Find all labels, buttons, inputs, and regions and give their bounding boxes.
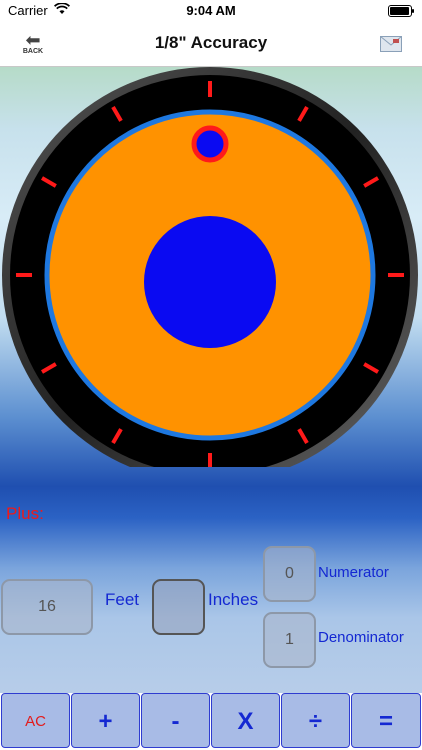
equals-button[interactable]: = bbox=[351, 693, 421, 748]
measurement-dial[interactable] bbox=[0, 67, 422, 467]
dial-indicator-dot[interactable] bbox=[191, 125, 229, 163]
nav-bar: ⬅ BACK 1/8" Accuracy bbox=[0, 22, 422, 67]
numerator-field[interactable]: 0 bbox=[263, 546, 316, 602]
status-bar: Carrier 9:04 AM bbox=[0, 0, 422, 22]
plus-button[interactable]: + bbox=[71, 693, 140, 748]
dial-center-knob[interactable] bbox=[144, 216, 276, 348]
mail-icon[interactable] bbox=[380, 36, 402, 52]
denominator-label: Denominator bbox=[318, 629, 404, 646]
inches-field[interactable] bbox=[152, 579, 205, 635]
battery-icon bbox=[388, 5, 414, 17]
numerator-label: Numerator bbox=[318, 564, 389, 581]
page-title: 1/8" Accuracy bbox=[154, 33, 268, 52]
inches-label: Inches bbox=[208, 590, 259, 609]
feet-field[interactable]: 16 bbox=[1, 579, 93, 635]
clear-button[interactable]: AC bbox=[1, 693, 70, 748]
plus-label: Plus: bbox=[6, 504, 44, 523]
minus-button[interactable]: - bbox=[141, 693, 210, 748]
keypad: AC + - X ÷ = bbox=[0, 693, 422, 750]
clock: 9:04 AM bbox=[186, 3, 236, 18]
denominator-field[interactable]: 1 bbox=[263, 612, 316, 668]
main-area: Plus: 16 Feet Inches 0 Numerator 1 Denom… bbox=[0, 67, 422, 693]
multiply-button[interactable]: X bbox=[211, 693, 280, 748]
divide-button[interactable]: ÷ bbox=[281, 693, 350, 748]
feet-label: Feet bbox=[105, 590, 140, 609]
